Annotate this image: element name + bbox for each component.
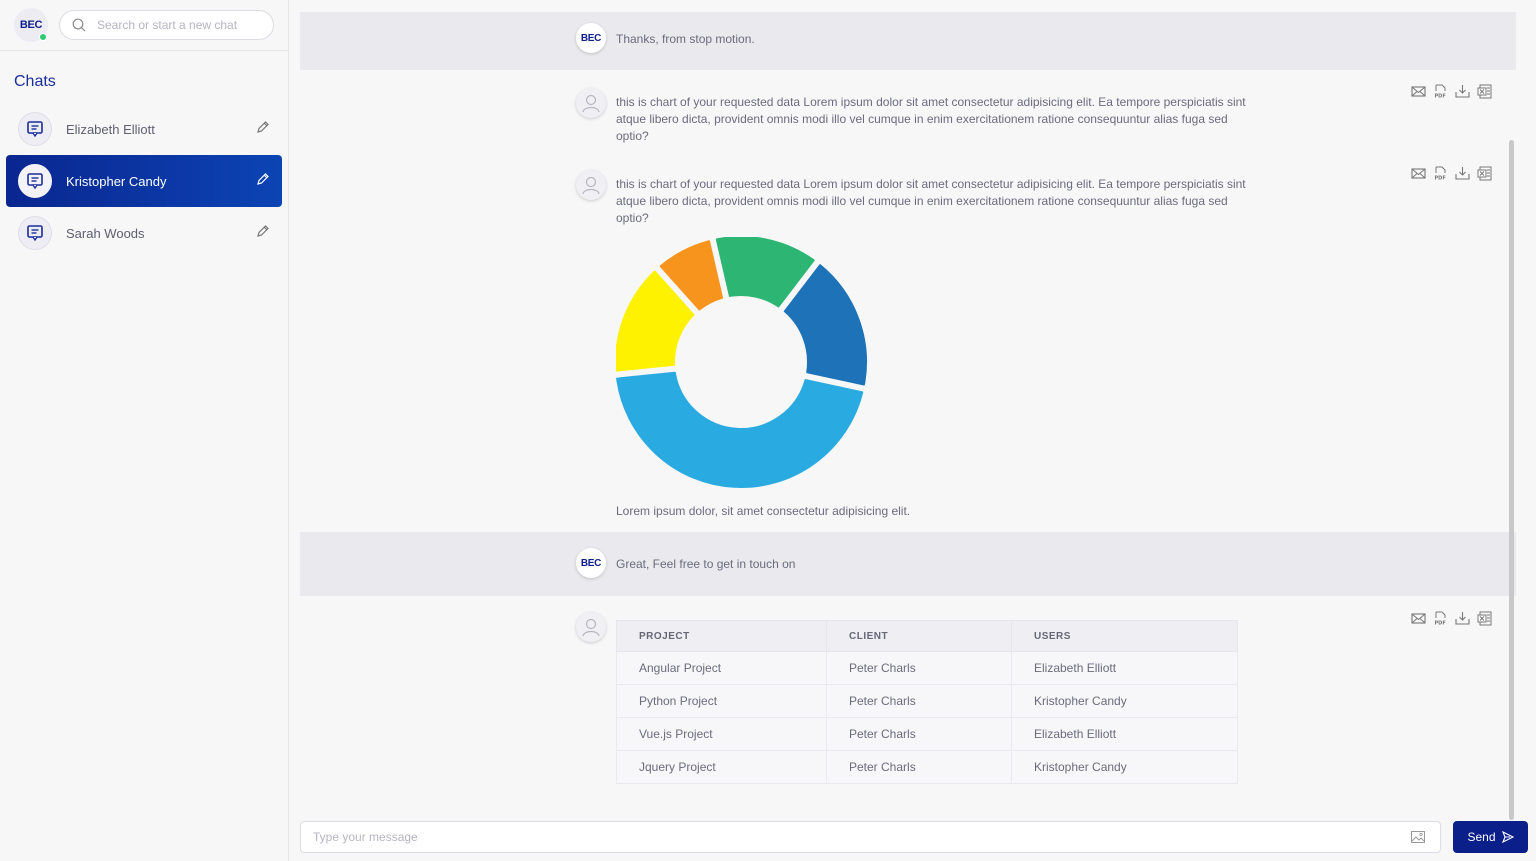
mail-icon[interactable] bbox=[1411, 611, 1426, 626]
excel-icon[interactable] bbox=[1477, 166, 1492, 181]
chat-item-kristopher-candy[interactable]: Kristopher Candy bbox=[6, 155, 282, 207]
profile-avatar[interactable]: BEC bbox=[14, 8, 48, 42]
bot-avatar-text: BEC bbox=[580, 32, 602, 44]
column-header: CLIENT bbox=[826, 620, 1012, 652]
table-cell: Jquery Project bbox=[616, 750, 827, 784]
pdf-icon[interactable]: PDF bbox=[1433, 166, 1448, 182]
message-text: this is chart of your requested data Lor… bbox=[616, 177, 1246, 225]
chat-list: Elizabeth Elliott Kristopher Candy Sarah bbox=[0, 103, 288, 259]
logo-text: BEC bbox=[19, 19, 43, 31]
message-text: Great, Feel free to get in touch on bbox=[616, 557, 796, 571]
table-cell: Kristopher Candy bbox=[1011, 750, 1238, 784]
projects-table: PROJECT CLIENT USERS Angular Project Pet… bbox=[616, 620, 1238, 784]
message-text: Thanks, from stop motion. bbox=[616, 32, 755, 46]
chat-item-elizabeth-elliott[interactable]: Elizabeth Elliott bbox=[6, 103, 282, 155]
chart-caption: Lorem ipsum dolor, sit amet consectetur … bbox=[616, 504, 911, 518]
table-cell: Python Project bbox=[616, 684, 827, 718]
chat-bubble-icon bbox=[18, 112, 52, 146]
chat-name: Kristopher Candy bbox=[66, 173, 167, 189]
message-user-chart: this is chart of your requested data Lor… bbox=[300, 152, 1516, 532]
table-cell: Elizabeth Elliott bbox=[1011, 651, 1238, 685]
donut-slice-light-blue bbox=[616, 371, 864, 488]
table-cell: Elizabeth Elliott bbox=[1011, 717, 1238, 751]
bot-avatar: BEC bbox=[576, 548, 606, 578]
message-actions: PDF bbox=[1411, 84, 1492, 100]
download-icon[interactable] bbox=[1455, 611, 1470, 626]
message-text: this is chart of your requested data Lor… bbox=[616, 95, 1246, 143]
pdf-icon[interactable]: PDF bbox=[1433, 84, 1448, 100]
bot-avatar: BEC bbox=[576, 23, 606, 53]
message-bot: BEC Thanks, from stop motion. bbox=[300, 12, 1516, 70]
table-row: Vue.js Project Peter Charls Elizabeth El… bbox=[616, 717, 1238, 751]
excel-icon[interactable] bbox=[1477, 611, 1492, 626]
table-cell: Kristopher Candy bbox=[1011, 684, 1238, 718]
user-avatar-icon bbox=[576, 170, 606, 200]
user-avatar-icon bbox=[576, 612, 606, 642]
message-user: this is chart of your requested data Lor… bbox=[300, 70, 1516, 152]
chats-title: Chats bbox=[14, 73, 56, 90]
chat-bubble-icon bbox=[18, 164, 52, 198]
send-label: Send bbox=[1467, 830, 1496, 844]
mail-icon[interactable] bbox=[1411, 166, 1426, 181]
app: BEC Chats Elizabeth Elliott bbox=[0, 0, 1536, 861]
table-cell: Peter Charls bbox=[826, 651, 1012, 685]
message-bot: BEC Great, Feel free to get in touch on bbox=[300, 532, 1516, 596]
column-header: USERS bbox=[1011, 620, 1238, 652]
message-actions: PDF bbox=[1411, 166, 1492, 182]
table-row: Angular Project Peter Charls Elizabeth E… bbox=[616, 651, 1238, 685]
svg-text:PDF: PDF bbox=[1435, 176, 1446, 182]
user-avatar-icon bbox=[576, 88, 606, 118]
excel-icon[interactable] bbox=[1477, 84, 1492, 99]
search-input[interactable] bbox=[97, 18, 257, 32]
message-list[interactable]: BEC Thanks, from stop motion. this is ch… bbox=[300, 12, 1516, 802]
chat-bubble-icon bbox=[18, 216, 52, 250]
chat-name: Sarah Woods bbox=[66, 225, 145, 241]
send-icon bbox=[1501, 831, 1514, 843]
pencil-icon[interactable] bbox=[256, 120, 270, 139]
table-cell: Peter Charls bbox=[826, 684, 1012, 718]
sidebar: BEC Chats Elizabeth Elliott bbox=[0, 0, 289, 861]
mail-icon[interactable] bbox=[1411, 84, 1426, 99]
pencil-icon[interactable] bbox=[256, 172, 270, 191]
table-cell: Angular Project bbox=[616, 651, 827, 685]
message-user-table: PDF PROJECT CLIENT USERS Angular Project… bbox=[300, 596, 1516, 796]
svg-text:PDF: PDF bbox=[1435, 621, 1446, 627]
chat-name: Elizabeth Elliott bbox=[66, 121, 155, 137]
table-cell: Peter Charls bbox=[826, 750, 1012, 784]
table-header-row: PROJECT CLIENT USERS bbox=[616, 620, 1238, 652]
chat-item-sarah-woods[interactable]: Sarah Woods bbox=[6, 207, 282, 259]
search-box[interactable] bbox=[59, 10, 274, 40]
download-icon[interactable] bbox=[1455, 84, 1470, 99]
scrollbar[interactable] bbox=[1509, 140, 1514, 820]
message-input[interactable] bbox=[301, 830, 1408, 844]
bot-avatar-text: BEC bbox=[580, 557, 602, 569]
chat-main: BEC Thanks, from stop motion. this is ch… bbox=[289, 0, 1536, 861]
table-cell: Peter Charls bbox=[826, 717, 1012, 751]
table-row: Python Project Peter Charls Kristopher C… bbox=[616, 684, 1238, 718]
send-button[interactable]: Send bbox=[1453, 821, 1528, 853]
pdf-icon[interactable]: PDF bbox=[1433, 611, 1448, 627]
column-header: PROJECT bbox=[616, 620, 827, 652]
online-status-dot bbox=[39, 33, 47, 41]
table-cell: Vue.js Project bbox=[616, 717, 827, 751]
download-icon[interactable] bbox=[1455, 166, 1470, 181]
message-composer bbox=[300, 821, 1441, 853]
svg-text:PDF: PDF bbox=[1435, 94, 1446, 100]
donut-chart bbox=[616, 237, 867, 488]
image-attach-icon[interactable] bbox=[1408, 827, 1428, 847]
table-row: Jquery Project Peter Charls Kristopher C… bbox=[616, 750, 1238, 784]
search-icon bbox=[72, 18, 86, 32]
sidebar-header: BEC bbox=[0, 0, 288, 51]
message-actions: PDF bbox=[1411, 611, 1492, 627]
pencil-icon[interactable] bbox=[256, 224, 270, 243]
